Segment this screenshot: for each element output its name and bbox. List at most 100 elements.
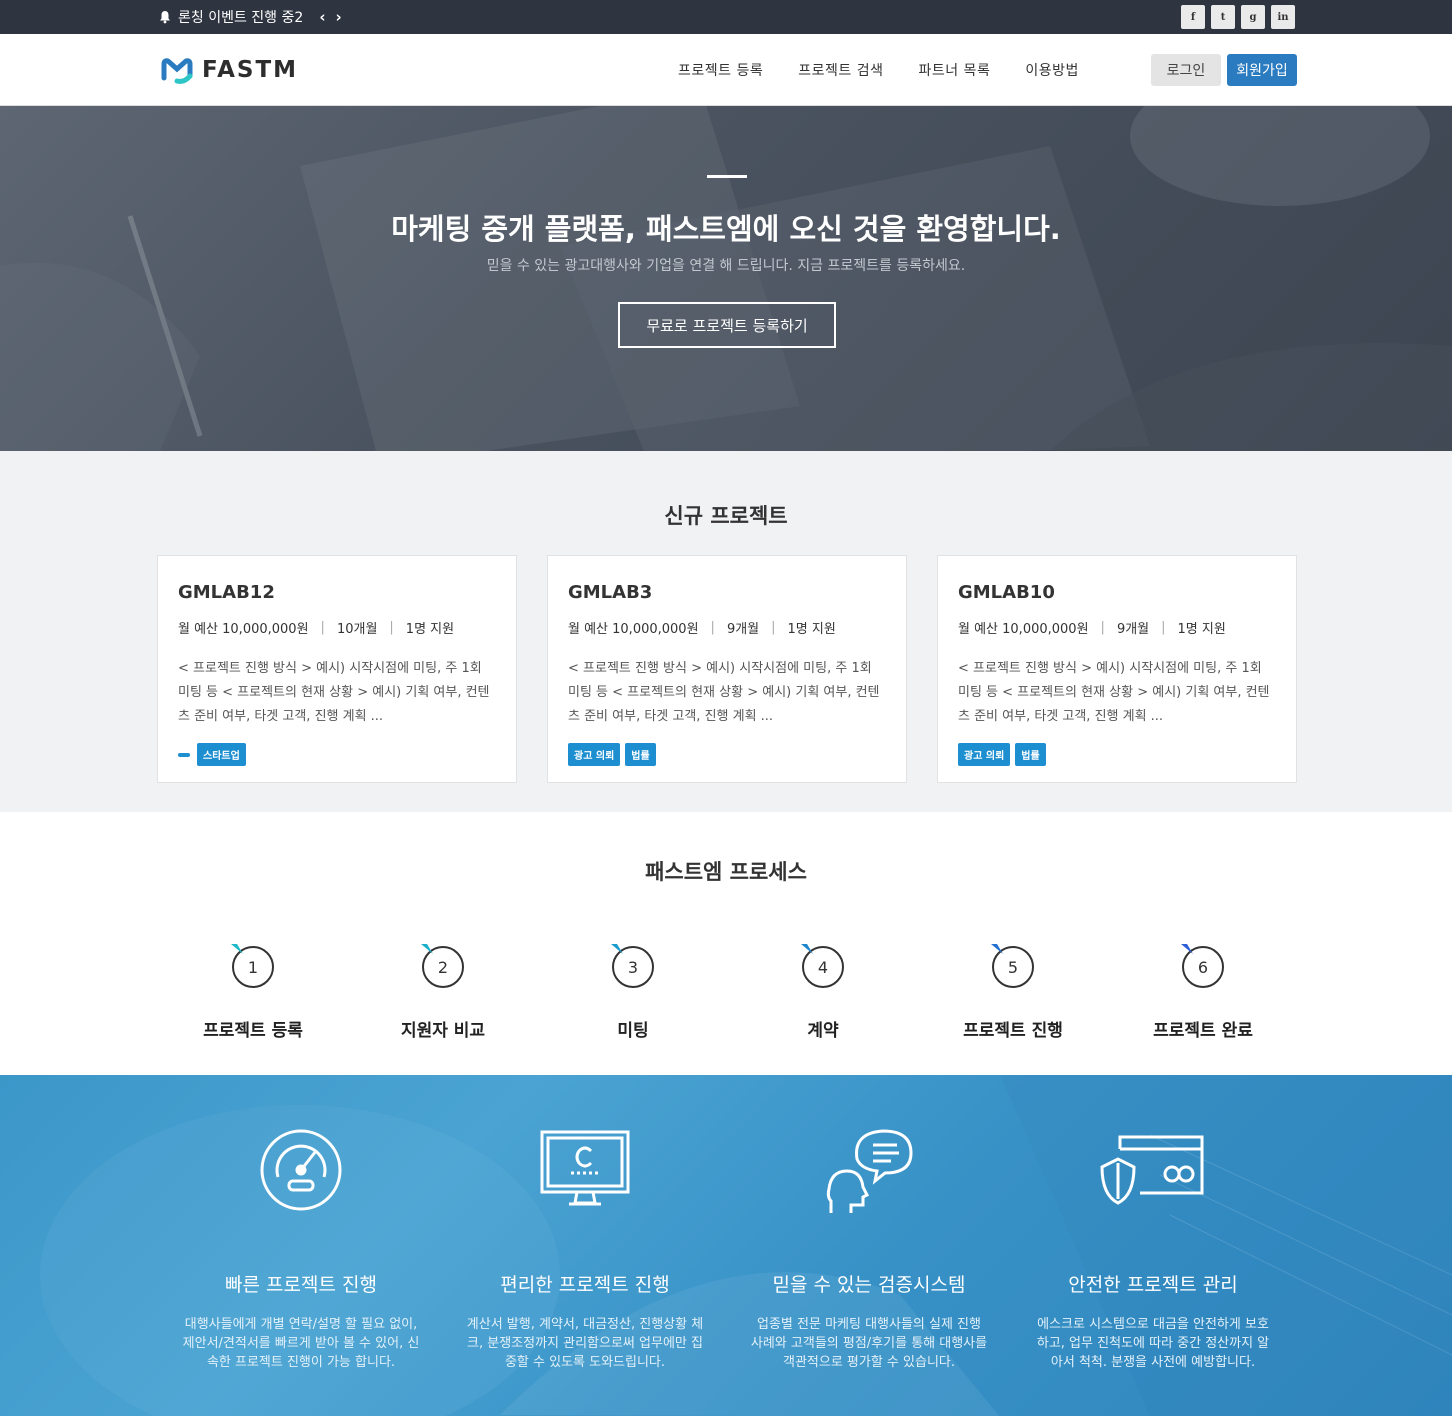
nav-project-register[interactable]: 프로젝트 등록 bbox=[678, 60, 763, 80]
project-card[interactable]: GMLAB3 월 예산 10,000,000원 | 9개월 | 1명 지원 < 프로… bbox=[547, 555, 907, 783]
project-tag: 스타트업 bbox=[197, 743, 246, 766]
feature-item: 안전한 프로젝트 관리 에스크로 시스템으로 대금을 안전하게 보호하고, 업무… bbox=[1023, 1125, 1283, 1372]
process-title: 패스트엠 프로세스 bbox=[645, 860, 807, 884]
project-name[interactable]: GMLAB12 bbox=[178, 582, 496, 603]
feature-item: 편리한 프로젝트 진행 계산서 발행, 계약서, 대금정산, 진행상황 체크, … bbox=[455, 1125, 715, 1372]
project-description: < 프로젝트 진행 방식 > 예시) 시작시점에 미팅, 주 1회 미팅 등 <… bbox=[568, 661, 880, 724]
step-accent-icon bbox=[801, 944, 813, 954]
step-number: 2 bbox=[421, 944, 464, 988]
step-number: 3 bbox=[611, 944, 654, 988]
login-button[interactable]: 로그인 bbox=[1151, 54, 1221, 86]
project-budget: 월 예산 10,000,000원 bbox=[178, 622, 309, 637]
site-header: FASTM 프로젝트 등록 프로젝트 검색 파트너 목록 이용방법 로그인 회원… bbox=[0, 34, 1452, 106]
nav-project-search[interactable]: 프로젝트 검색 bbox=[798, 60, 883, 80]
hero-divider bbox=[707, 175, 747, 178]
linkedin-icon[interactable]: in bbox=[1271, 5, 1295, 29]
speedometer-icon bbox=[260, 1129, 342, 1211]
project-applicants: 1명 지원 bbox=[405, 622, 455, 637]
step-accent-icon bbox=[421, 944, 433, 954]
step-number: 6 bbox=[1181, 944, 1224, 988]
project-name[interactable]: GMLAB10 bbox=[958, 582, 1276, 603]
process-step: 5 프로젝트 진행 bbox=[918, 944, 1108, 1041]
step-accent-icon bbox=[611, 944, 623, 954]
hero-banner: 마케팅 중개 플랫폼, 패스트엠에 오신 것을 환영합니다. 믿을 수 있는 광… bbox=[0, 106, 1452, 451]
chat-person-icon bbox=[826, 1129, 913, 1213]
features-section: 빠른 프로젝트 진행 대행사들에게 개별 연락/설명 할 필요 없이, 제안서/… bbox=[0, 1075, 1452, 1416]
feature-title: 안전한 프로젝트 관리 bbox=[1068, 1274, 1238, 1296]
feature-title: 편리한 프로젝트 진행 bbox=[500, 1274, 670, 1296]
project-tag: 광고 의뢰 bbox=[568, 743, 621, 766]
project-tag: 광고 의뢰 bbox=[958, 743, 1011, 766]
shield-card-icon bbox=[1100, 1135, 1204, 1205]
process-step: 3 미팅 bbox=[538, 944, 728, 1041]
project-budget: 월 예산 10,000,000원 bbox=[568, 622, 699, 637]
step-number: 5 bbox=[991, 944, 1034, 988]
register-project-free-button[interactable]: 무료로 프로젝트 등록하기 bbox=[618, 302, 836, 348]
notice-ticker[interactable]: 론칭 이벤트 진행 중2 ‹ › bbox=[158, 0, 342, 34]
project-budget: 월 예산 10,000,000원 bbox=[958, 622, 1089, 637]
project-period: 9개월 bbox=[726, 622, 760, 637]
bell-icon bbox=[160, 11, 170, 24]
feature-description: 계산서 발행, 계약서, 대금정산, 진행상황 체크, 분쟁조정까지 관리함으로… bbox=[466, 1317, 704, 1370]
process-step: 2 지원자 비교 bbox=[348, 944, 538, 1041]
signup-button[interactable]: 회원가입 bbox=[1227, 54, 1297, 86]
feature-title: 믿을 수 있는 검증시스템 bbox=[772, 1274, 966, 1296]
step-accent-icon bbox=[1181, 944, 1193, 954]
project-meta: 월 예산 10,000,000원 | 10개월 | 1명 지원 bbox=[178, 620, 455, 637]
feature-description: 업종별 전문 마케팅 대행사들의 실제 진행 사례와 고객들의 평점/후기를 통… bbox=[750, 1317, 988, 1370]
new-projects-title: 신규 프로젝트 bbox=[664, 504, 788, 528]
project-tags: 스타트업 bbox=[178, 743, 496, 766]
twitter-icon[interactable]: t bbox=[1211, 5, 1235, 29]
project-meta: 월 예산 10,000,000원 | 9개월 | 1명 지원 bbox=[958, 620, 1226, 637]
step-label: 프로젝트 등록 bbox=[203, 1021, 303, 1041]
project-tags: 광고 의뢰 법률 bbox=[958, 743, 1276, 766]
project-applicants: 1명 지원 bbox=[1177, 622, 1226, 637]
project-period: 10개월 bbox=[336, 622, 378, 637]
project-name[interactable]: GMLAB3 bbox=[568, 582, 886, 603]
process-step: 6 프로젝트 완료 bbox=[1108, 944, 1298, 1041]
project-meta: 월 예산 10,000,000원 | 9개월 | 1명 지원 bbox=[568, 620, 836, 637]
nav-how-to-use[interactable]: 이용방법 bbox=[1025, 60, 1079, 80]
feature-description: 대행사들에게 개별 연락/설명 할 필요 없이, 제안서/견적서를 빠르게 받아… bbox=[182, 1317, 420, 1370]
feature-title: 빠른 프로젝트 진행 bbox=[225, 1274, 377, 1296]
google-plus-icon[interactable]: g bbox=[1241, 5, 1265, 29]
new-projects-section: 신규 프로젝트 GMLAB12 월 예산 10,000,000원 | 10개월 | … bbox=[0, 451, 1452, 812]
hero-background-image bbox=[0, 106, 1452, 451]
step-number: 4 bbox=[801, 944, 844, 988]
facebook-icon[interactable]: f bbox=[1181, 5, 1205, 29]
hero-subtitle: 믿을 수 있는 광고대행사와 기업을 연결 해 드립니다. 지금 프로젝트를 등… bbox=[486, 258, 966, 274]
project-description: < 프로젝트 진행 방식 > 예시) 시작시점에 미팅, 주 1회 미팅 등 <… bbox=[178, 661, 490, 724]
process-step: 4 계약 bbox=[728, 944, 918, 1041]
step-label: 지원자 비교 bbox=[400, 1021, 486, 1041]
logo[interactable]: FASTM bbox=[160, 56, 298, 84]
top-bar: 론칭 이벤트 진행 중2 ‹ › f t g in bbox=[0, 0, 1452, 34]
step-label: 프로젝트 진행 bbox=[963, 1021, 1063, 1041]
project-card[interactable]: GMLAB10 월 예산 10,000,000원 | 9개월 | 1명 지원 < 프… bbox=[937, 555, 1297, 783]
step-label: 미팅 bbox=[617, 1021, 649, 1041]
project-applicants: 1명 지원 bbox=[787, 622, 836, 637]
logo-mark-icon bbox=[161, 58, 193, 84]
nav-partner-list[interactable]: 파트너 목록 bbox=[918, 60, 990, 80]
social-links: f t g in bbox=[1181, 5, 1295, 29]
process-step: 1 프로젝트 등록 bbox=[158, 944, 348, 1041]
process-section: 패스트엠 프로세스 1 프로젝트 등록 2 지원자 비교 3 미팅 4 계약 5 bbox=[0, 812, 1452, 1075]
notice-next-button[interactable]: › bbox=[336, 8, 342, 26]
step-accent-icon bbox=[231, 944, 243, 954]
notice-prev-button[interactable]: ‹ bbox=[319, 8, 325, 26]
main-nav: 프로젝트 등록 프로젝트 검색 파트너 목록 이용방법 bbox=[678, 34, 1114, 106]
notice-text[interactable]: 론칭 이벤트 진행 중2 bbox=[178, 7, 303, 27]
step-label: 프로젝트 완료 bbox=[1153, 1021, 1253, 1041]
project-card[interactable]: GMLAB12 월 예산 10,000,000원 | 10개월 | 1명 지원 < … bbox=[157, 555, 517, 783]
feature-description: 에스크로 시스템으로 대금을 안전하게 보호하고, 업무 진척도에 따라 중간 … bbox=[1036, 1317, 1270, 1370]
step-label: 계약 bbox=[807, 1021, 839, 1041]
project-description: < 프로젝트 진행 방식 > 예시) 시작시점에 미팅, 주 1회 미팅 등 <… bbox=[958, 661, 1270, 724]
tag-indicator bbox=[178, 752, 190, 757]
logo-text: FASTM bbox=[202, 57, 299, 83]
project-tag: 법률 bbox=[1015, 743, 1046, 766]
feature-item: 빠른 프로젝트 진행 대행사들에게 개별 연락/설명 할 필요 없이, 제안서/… bbox=[171, 1125, 431, 1372]
hero-title: 마케팅 중개 플랫폼, 패스트엠에 오신 것을 환영합니다. bbox=[391, 212, 1061, 246]
project-period: 9개월 bbox=[1116, 622, 1150, 637]
feature-item: 믿을 수 있는 검증시스템 업종별 전문 마케팅 대행사들의 실제 진행 사례와… bbox=[739, 1125, 999, 1372]
monitor-icon bbox=[540, 1130, 630, 1206]
step-accent-icon bbox=[991, 944, 1003, 954]
